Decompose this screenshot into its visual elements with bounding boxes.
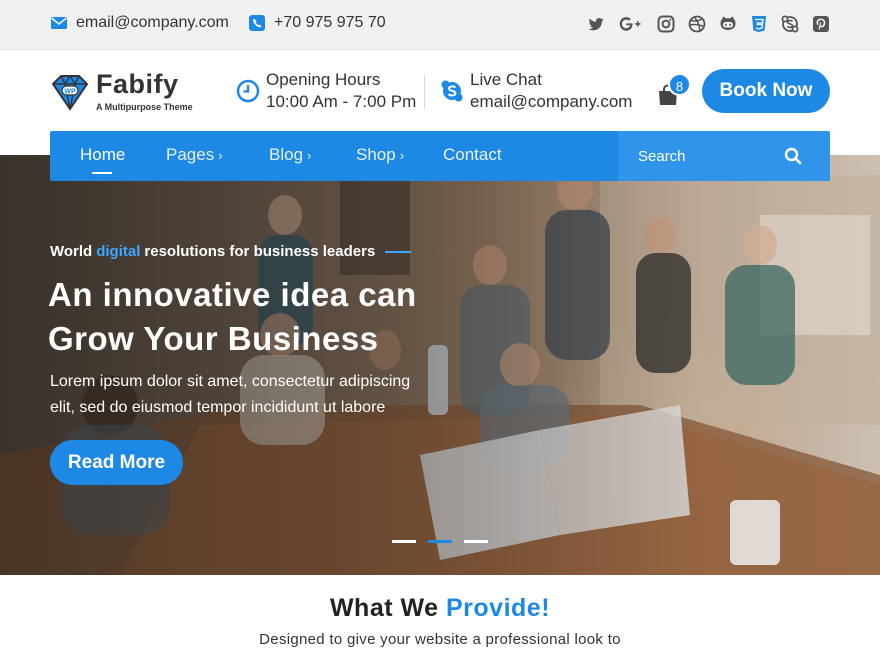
pinterest-icon[interactable]: [812, 15, 830, 33]
slider-dots: [392, 540, 488, 543]
nav-item-home[interactable]: Home: [80, 145, 125, 165]
css3-icon[interactable]: [750, 15, 768, 33]
hours-value: 10:00 Am - 7:00 Pm: [266, 92, 417, 111]
main-navigation: Home Pages › Blog › Shop › Contact: [50, 131, 830, 181]
lead-line-1: Lorem ipsum dolor sit amet, consectetur …: [50, 373, 411, 390]
live-chat[interactable]: Live Chat email@company.com: [440, 70, 632, 112]
hero-headline: An innovative idea can Grow Your Busines…: [48, 273, 417, 361]
slider-dot[interactable]: [464, 540, 488, 543]
headline-line-1: An innovative idea can: [48, 276, 417, 313]
book-now-button[interactable]: Book Now: [702, 69, 830, 113]
header-divider: [424, 75, 425, 109]
nav-item-label: Shop: [356, 145, 396, 164]
opening-hours: Opening Hours 10:00 Am - 7:00 Pm: [236, 70, 416, 112]
headline-line-2: Grow Your Business: [48, 320, 379, 357]
dribbble-icon[interactable]: [688, 15, 706, 33]
hours-title: Opening Hours: [266, 70, 381, 89]
github-icon[interactable]: [719, 15, 737, 33]
hero-lead: Lorem ipsum dolor sit amet, consectetur …: [50, 369, 490, 421]
cart-count-badge: 8: [668, 73, 691, 96]
envelope-icon: [50, 14, 68, 32]
lead-line-2: elit, sed do eiusmod tempor incididunt u…: [50, 399, 386, 416]
eyebrow-highlight: digital: [96, 243, 141, 260]
logo-name: Fabify: [96, 69, 179, 99]
nav-item-label: Home: [80, 145, 126, 164]
topbar-phone[interactable]: +70 975 975 70: [248, 14, 386, 32]
nav-item-shop[interactable]: Shop ›: [356, 145, 404, 165]
eyebrow-post: resolutions for business leaders: [144, 243, 376, 260]
twitter-icon[interactable]: [587, 15, 605, 33]
skype-icon[interactable]: [781, 15, 799, 33]
diamond-logo-icon: WP: [51, 74, 89, 111]
site-logo[interactable]: WP Fabify A Multipurpose Theme: [50, 71, 193, 112]
instagram-icon[interactable]: [657, 15, 675, 33]
chevron-right-icon: ›: [307, 147, 312, 163]
logo-tagline: A Multipurpose Theme: [96, 102, 193, 112]
section-title-highlight: Provide!: [446, 594, 551, 622]
nav-item-label: Pages: [166, 145, 215, 164]
phone-icon: [248, 14, 266, 32]
social-links: [587, 15, 830, 33]
topbar-phone-text: +70 975 975 70: [274, 14, 386, 31]
hero-slider: World digital resolutions for business l…: [0, 155, 880, 575]
topbar-email-text: email@company.com: [76, 14, 229, 31]
nav-item-blog[interactable]: Blog ›: [269, 145, 311, 165]
hero-eyebrow: World digital resolutions for business l…: [50, 243, 412, 260]
read-more-button[interactable]: Read More: [50, 440, 183, 485]
logo-badge: WP: [64, 88, 76, 95]
chat-value: email@company.com: [470, 92, 633, 111]
nav-active-indicator: [92, 172, 112, 174]
skype-chat-icon: [441, 80, 463, 102]
nav-item-pages[interactable]: Pages ›: [166, 145, 223, 165]
slider-dot-active[interactable]: [428, 540, 452, 543]
clock-icon: [236, 79, 260, 103]
eyebrow-accent-line: [385, 250, 412, 253]
topbar-email[interactable]: email@company.com: [50, 14, 229, 32]
slider-dot[interactable]: [392, 540, 416, 543]
chat-title: Live Chat: [470, 70, 542, 89]
nav-search: [618, 131, 830, 181]
section-title-pre: What We: [329, 594, 439, 622]
hero-overlay: [0, 155, 880, 575]
google-plus-icon[interactable]: [618, 15, 644, 33]
section-subtitle: Designed to give your website a professi…: [259, 631, 621, 648]
top-bar: email@company.com +70 975 975 70: [0, 0, 880, 50]
eyebrow-pre: World: [50, 243, 93, 260]
nav-item-contact[interactable]: Contact: [443, 145, 502, 165]
nav-item-label: Blog: [269, 145, 304, 164]
chevron-right-icon: ›: [399, 147, 405, 163]
chevron-right-icon: ›: [218, 147, 223, 163]
search-icon[interactable]: [784, 147, 802, 165]
search-input[interactable]: [618, 131, 778, 181]
nav-item-label: Contact: [443, 145, 502, 164]
section-title: What We Provide!: [0, 594, 880, 623]
